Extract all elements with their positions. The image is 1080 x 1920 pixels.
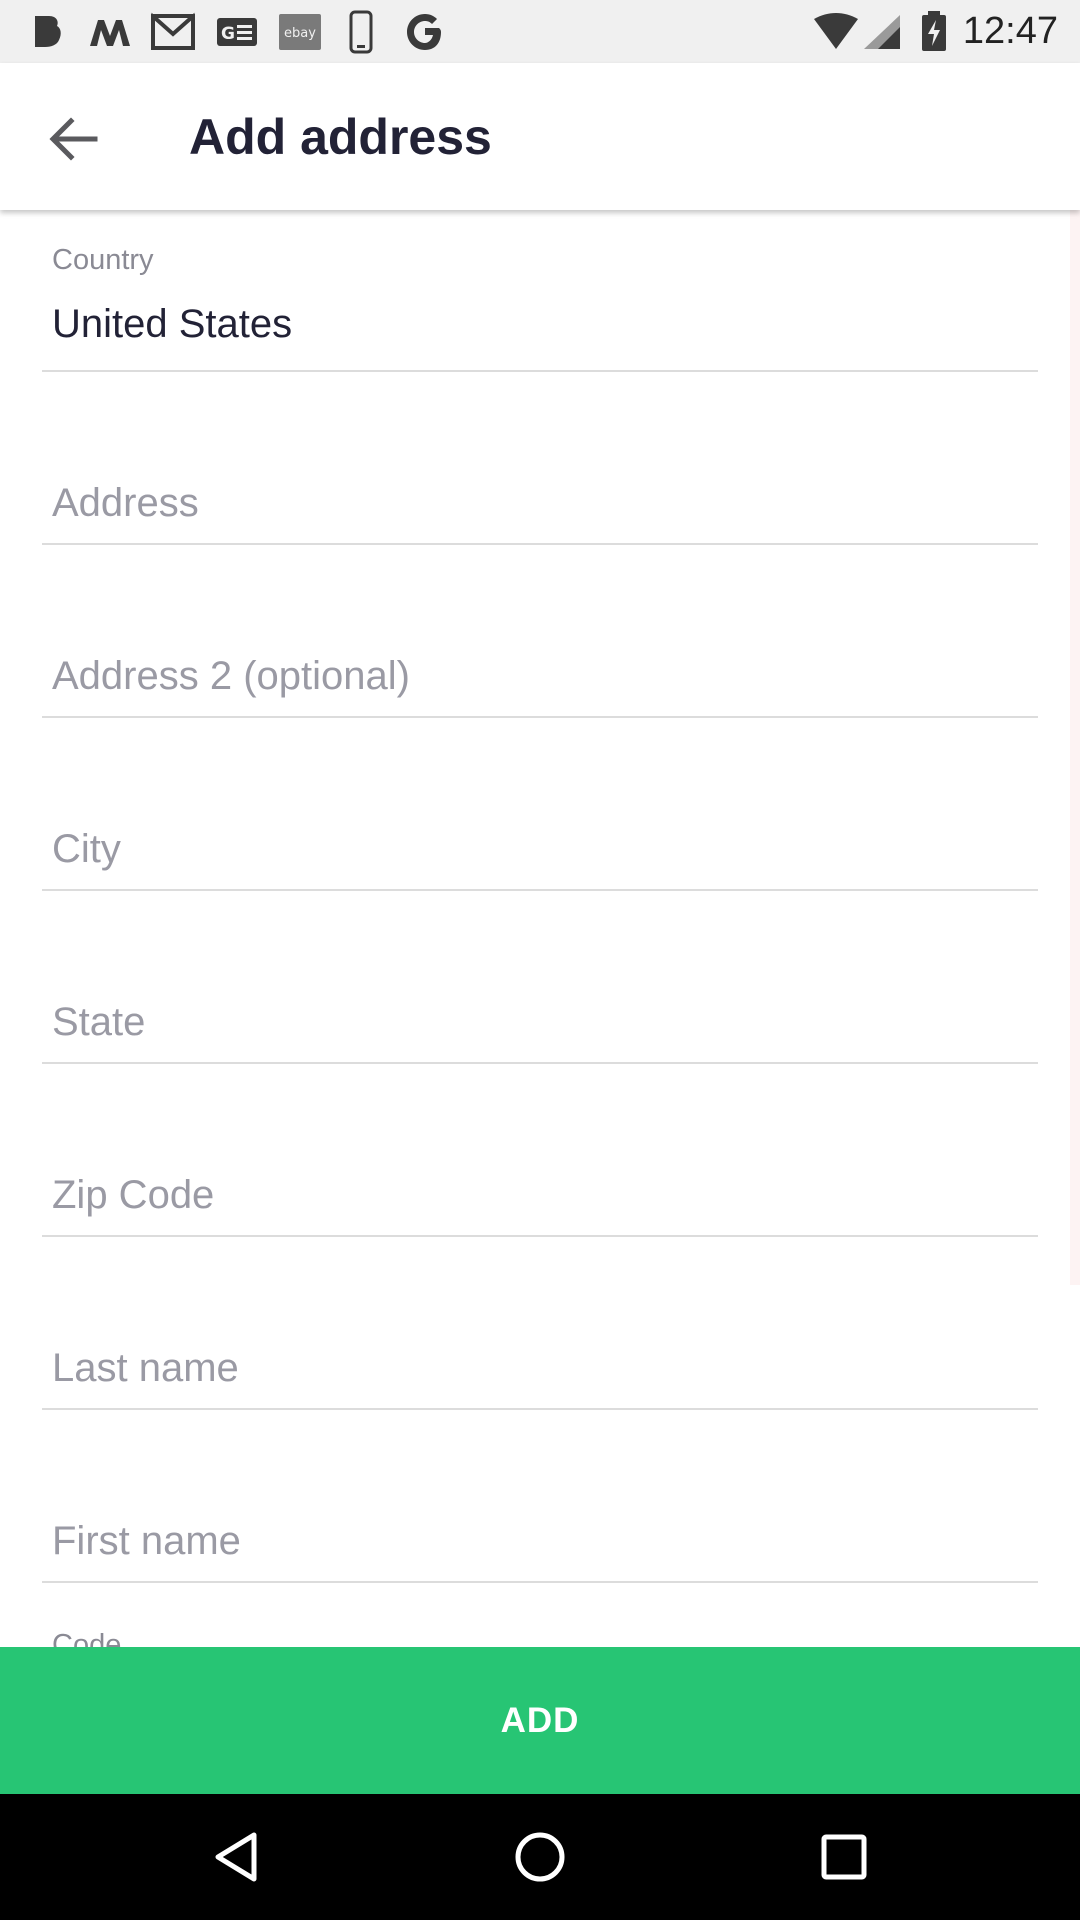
zip-underline [42, 1235, 1038, 1237]
address2-underline [42, 716, 1038, 718]
first-name-field[interactable]: First name [42, 1491, 1038, 1583]
google-icon [404, 12, 446, 52]
back-triangle-icon [215, 1832, 257, 1882]
zip-placeholder: Zip Code [52, 1173, 215, 1217]
add-button[interactable]: ADD [0, 1647, 1080, 1794]
address-placeholder: Address [52, 481, 199, 525]
page-title: Add address [189, 108, 492, 165]
address2-field[interactable]: Address 2 (optional) [42, 626, 1038, 718]
state-placeholder: State [52, 1000, 146, 1044]
city-placeholder: City [52, 827, 121, 871]
bold-b-icon [30, 12, 66, 52]
address-underline [42, 543, 1038, 545]
last-name-field[interactable]: Last name [42, 1318, 1038, 1410]
country-label: Country [52, 244, 154, 276]
ebay-icon: ebay [278, 12, 322, 52]
battery-charging-icon [920, 11, 948, 52]
scroll-indicator [1070, 210, 1080, 1285]
svg-text:G: G [221, 24, 235, 44]
news-icon: G [216, 12, 258, 52]
gmail-icon [150, 12, 196, 52]
status-bar: G ebay 12:47 [0, 0, 1080, 63]
address2-placeholder: Address 2 (optional) [52, 654, 410, 698]
recents-square-icon [821, 1834, 867, 1880]
nav-home-button[interactable] [500, 1817, 580, 1897]
ebay-text: ebay [284, 26, 316, 41]
country-underline [42, 370, 1038, 372]
nav-recents-button[interactable] [804, 1817, 884, 1897]
state-field[interactable]: State [42, 972, 1038, 1064]
code-label: Code [52, 1629, 122, 1647]
address-form[interactable]: Country United States Address Address 2 … [0, 210, 1080, 1647]
m-logo-icon [88, 12, 132, 52]
system-nav-bar [0, 1794, 1080, 1920]
address-field[interactable]: Address [42, 453, 1038, 545]
city-field[interactable]: City [42, 799, 1038, 891]
app-bar: Add address [0, 63, 1080, 210]
home-circle-icon [515, 1832, 565, 1882]
nav-back-button[interactable] [196, 1817, 276, 1897]
first-name-underline [42, 1581, 1038, 1583]
state-underline [42, 1062, 1038, 1064]
zip-field[interactable]: Zip Code [42, 1145, 1038, 1237]
last-name-placeholder: Last name [52, 1346, 239, 1390]
status-time: 12:47 [962, 10, 1058, 52]
last-name-underline [42, 1408, 1038, 1410]
code-field[interactable]: Code [42, 1625, 1038, 1647]
back-button[interactable] [34, 99, 114, 179]
phone-icon [346, 10, 376, 54]
country-field[interactable]: Country United States [42, 242, 1038, 372]
arrow-back-icon [49, 117, 98, 161]
signal-icon [862, 12, 902, 52]
first-name-placeholder: First name [52, 1519, 241, 1563]
country-value[interactable]: United States [52, 302, 292, 347]
wifi-icon [812, 12, 860, 52]
city-underline [42, 889, 1038, 891]
